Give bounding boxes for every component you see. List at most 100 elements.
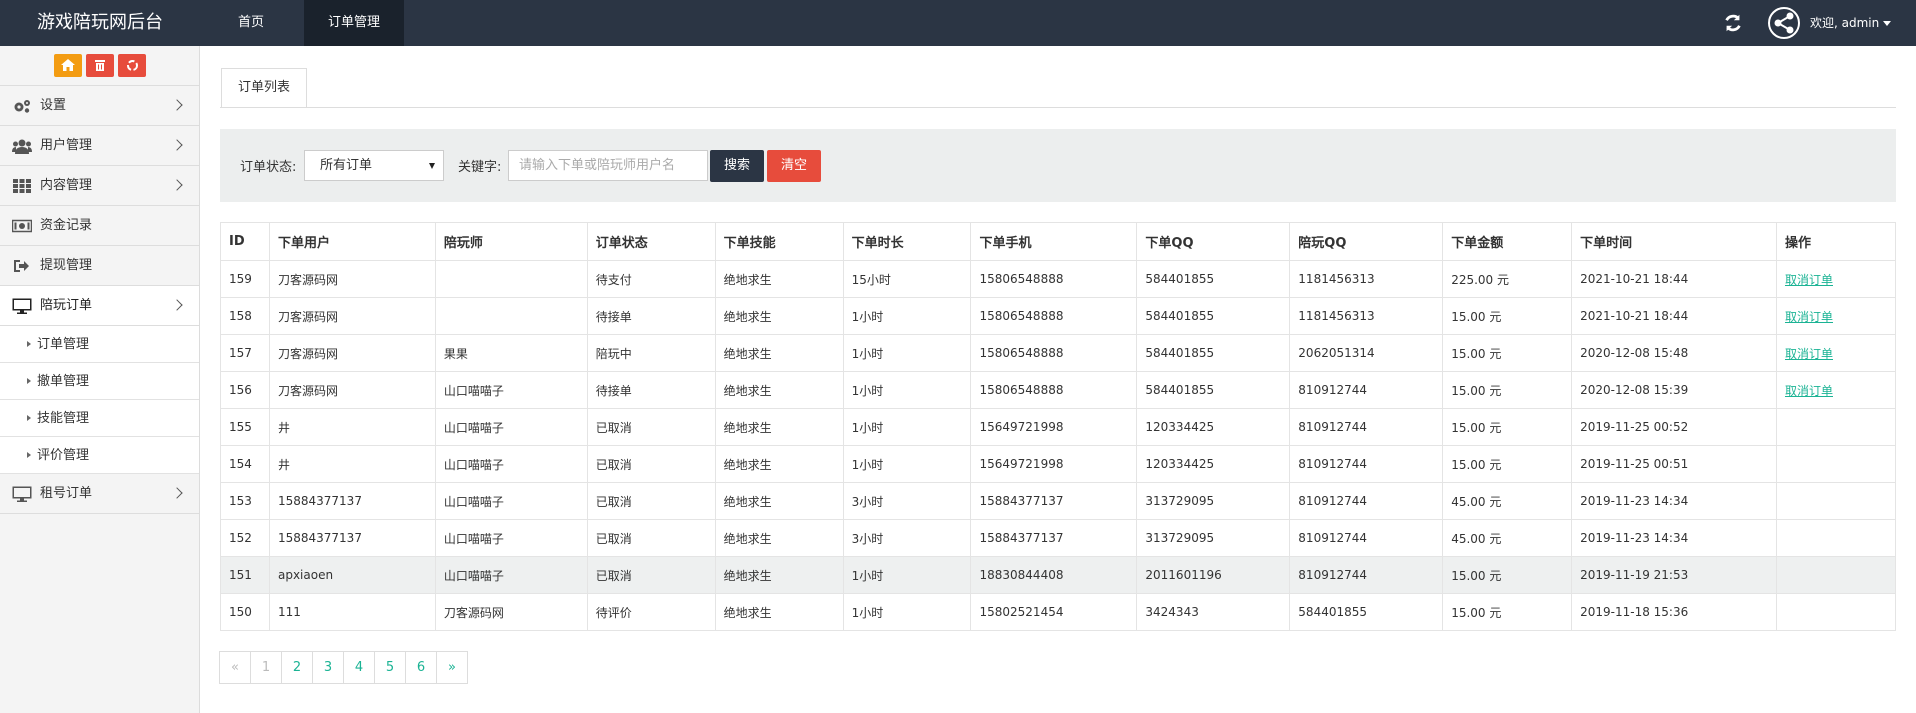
table-cell: 15884377137	[268, 519, 436, 557]
column-header: 下单时间	[1571, 222, 1777, 261]
table-cell: 待评价	[586, 593, 716, 631]
table-cell: 刀客源码网	[268, 371, 436, 409]
sidebar-item-companion-orders[interactable]: 陪玩订单	[0, 286, 199, 326]
page-link[interactable]: 2	[281, 651, 313, 684]
table-cell: 584401855	[1136, 371, 1291, 409]
sidebar-subitem-cancel-management[interactable]: 撤单管理	[0, 363, 199, 400]
cancel-order-link[interactable]: 取消订单	[1785, 347, 1833, 361]
table-cell: 1小时	[842, 371, 972, 409]
table-cell: 159	[220, 260, 270, 298]
table-cell: 15小时	[842, 260, 972, 298]
desktop-icon	[12, 298, 32, 314]
table-cell: 取消订单	[1775, 297, 1897, 335]
quick-actions	[0, 46, 199, 86]
sidebar-subitem-skill-management[interactable]: 技能管理	[0, 400, 199, 437]
table-cell: 15884377137	[268, 482, 436, 520]
sidebar-item-label: 陪玩订单	[40, 298, 93, 313]
status-select[interactable]: 所有订单	[304, 150, 444, 181]
table-cell: 15.00 元	[1442, 556, 1573, 594]
table-cell: 取消订单	[1775, 334, 1897, 372]
table-cell	[434, 260, 588, 298]
table-cell	[434, 297, 588, 335]
page-prev[interactable]: «	[219, 651, 251, 684]
table-cell: 18830844408	[970, 556, 1138, 594]
avatar[interactable]	[1768, 7, 1800, 39]
sidebar-subitem-review-management[interactable]: 评价管理	[0, 437, 199, 474]
user-menu[interactable]: 欢迎, admin	[1810, 0, 1892, 46]
table-cell	[1775, 408, 1897, 446]
table-cell: 取消订单	[1775, 260, 1897, 298]
sidebar-item-label: 内容管理	[40, 178, 93, 193]
page-link[interactable]: 1	[250, 651, 282, 684]
tab-order-list[interactable]: 订单列表	[221, 68, 307, 108]
table-row: 151 apxiaoen 山口喵喵子 已取消 绝地求生 1小时 18830844408 201…	[220, 556, 1897, 594]
nav-home[interactable]: 首页	[200, 0, 302, 46]
page-link[interactable]: 6	[405, 651, 437, 684]
column-header: ID	[220, 222, 270, 261]
table-cell: 153	[220, 482, 270, 520]
recycle-button[interactable]	[118, 54, 146, 77]
search-button[interactable]: 搜索	[710, 150, 764, 182]
sidebar-subitem-label: 技能管理	[37, 411, 90, 426]
table-cell: 225.00 元	[1442, 260, 1573, 298]
column-header: 下单技能	[714, 222, 844, 261]
sidebar-item-users[interactable]: 用户管理	[0, 126, 199, 166]
cancel-order-link[interactable]: 取消订单	[1785, 310, 1833, 324]
table-cell: 15.00 元	[1442, 408, 1573, 446]
caret-down-icon	[429, 163, 435, 169]
clear-button[interactable]: 清空	[767, 150, 821, 182]
sidebar-item-account-rental-orders[interactable]: 租号订单	[0, 474, 199, 514]
column-header: 陪玩师	[434, 222, 588, 261]
sidebar-item-content[interactable]: 内容管理	[0, 166, 199, 206]
trash-button[interactable]	[86, 54, 114, 77]
recycle-icon	[126, 60, 138, 71]
status-label: 订单状态:	[240, 160, 297, 175]
sidebar: 设置 用户管理 内容管理 资金记录 提现管理 陪玩订单 订单管理 撤单管理 技能…	[0, 46, 200, 713]
table-cell: 山口喵喵子	[434, 371, 588, 409]
table-row: 150 111 刀客源码网 待评价 绝地求生 1小时 15802521454 3424343 5…	[220, 593, 1897, 631]
table-cell: 15806548888	[970, 297, 1138, 335]
column-header: 下单手机	[970, 222, 1138, 261]
table-cell: 111	[268, 593, 436, 631]
cancel-order-link[interactable]: 取消订单	[1785, 273, 1833, 287]
pagination: «1 2 3 4 5 6»	[219, 651, 468, 684]
cancel-order-link[interactable]: 取消订单	[1785, 384, 1833, 398]
table-cell: 3小时	[842, 519, 972, 557]
column-header: 操作	[1775, 222, 1897, 261]
welcome-text: 欢迎, admin	[1810, 16, 1880, 30]
page-next[interactable]: »	[436, 651, 468, 684]
sidebar-item-label: 设置	[40, 98, 67, 113]
table-cell: 2019-11-25 00:52	[1571, 408, 1777, 446]
sidebar-item-label: 用户管理	[40, 138, 93, 153]
table-cell: 152	[220, 519, 270, 557]
table-cell: 1小时	[842, 297, 972, 335]
table-cell: 156	[220, 371, 270, 409]
table-cell: 810912744	[1289, 556, 1444, 594]
brand-title: 游戏陪玩网后台	[37, 12, 163, 33]
page-link[interactable]: 4	[343, 651, 375, 684]
sidebar-item-withdraw[interactable]: 提现管理	[0, 246, 199, 286]
sidebar-item-settings[interactable]: 设置	[0, 86, 199, 126]
table-cell: 1小时	[842, 556, 972, 594]
table-row: 153 15884377137 山口喵喵子 已取消 绝地求生 3小时 15884377137…	[220, 482, 1897, 520]
table-cell: 45.00 元	[1442, 519, 1573, 557]
sidebar-item-funds[interactable]: 资金记录	[0, 206, 199, 246]
home-button[interactable]	[54, 54, 82, 77]
nav-order-management[interactable]: 订单管理	[304, 0, 404, 46]
caret-right-icon	[27, 341, 31, 347]
page-link[interactable]: 3	[312, 651, 344, 684]
page-link[interactable]: 5	[374, 651, 406, 684]
table-cell: 2019-11-25 00:51	[1571, 445, 1777, 483]
table-row: 152 15884377137 山口喵喵子 已取消 绝地求生 3小时 15884377137…	[220, 519, 1897, 557]
refresh-icon[interactable]	[1722, 12, 1744, 34]
table-cell: 810912744	[1289, 482, 1444, 520]
table-cell: 已取消	[586, 445, 716, 483]
table-cell: 山口喵喵子	[434, 445, 588, 483]
keyword-input[interactable]	[508, 150, 708, 181]
table-cell: 刀客源码网	[268, 297, 436, 335]
sidebar-subitem-label: 撤单管理	[37, 374, 90, 389]
sidebar-subitem-order-management[interactable]: 订单管理	[0, 326, 199, 363]
table-cell: 刀客源码网	[434, 593, 588, 631]
table-cell: 绝地求生	[714, 519, 844, 557]
sidebar-subitem-label: 评价管理	[37, 448, 90, 463]
